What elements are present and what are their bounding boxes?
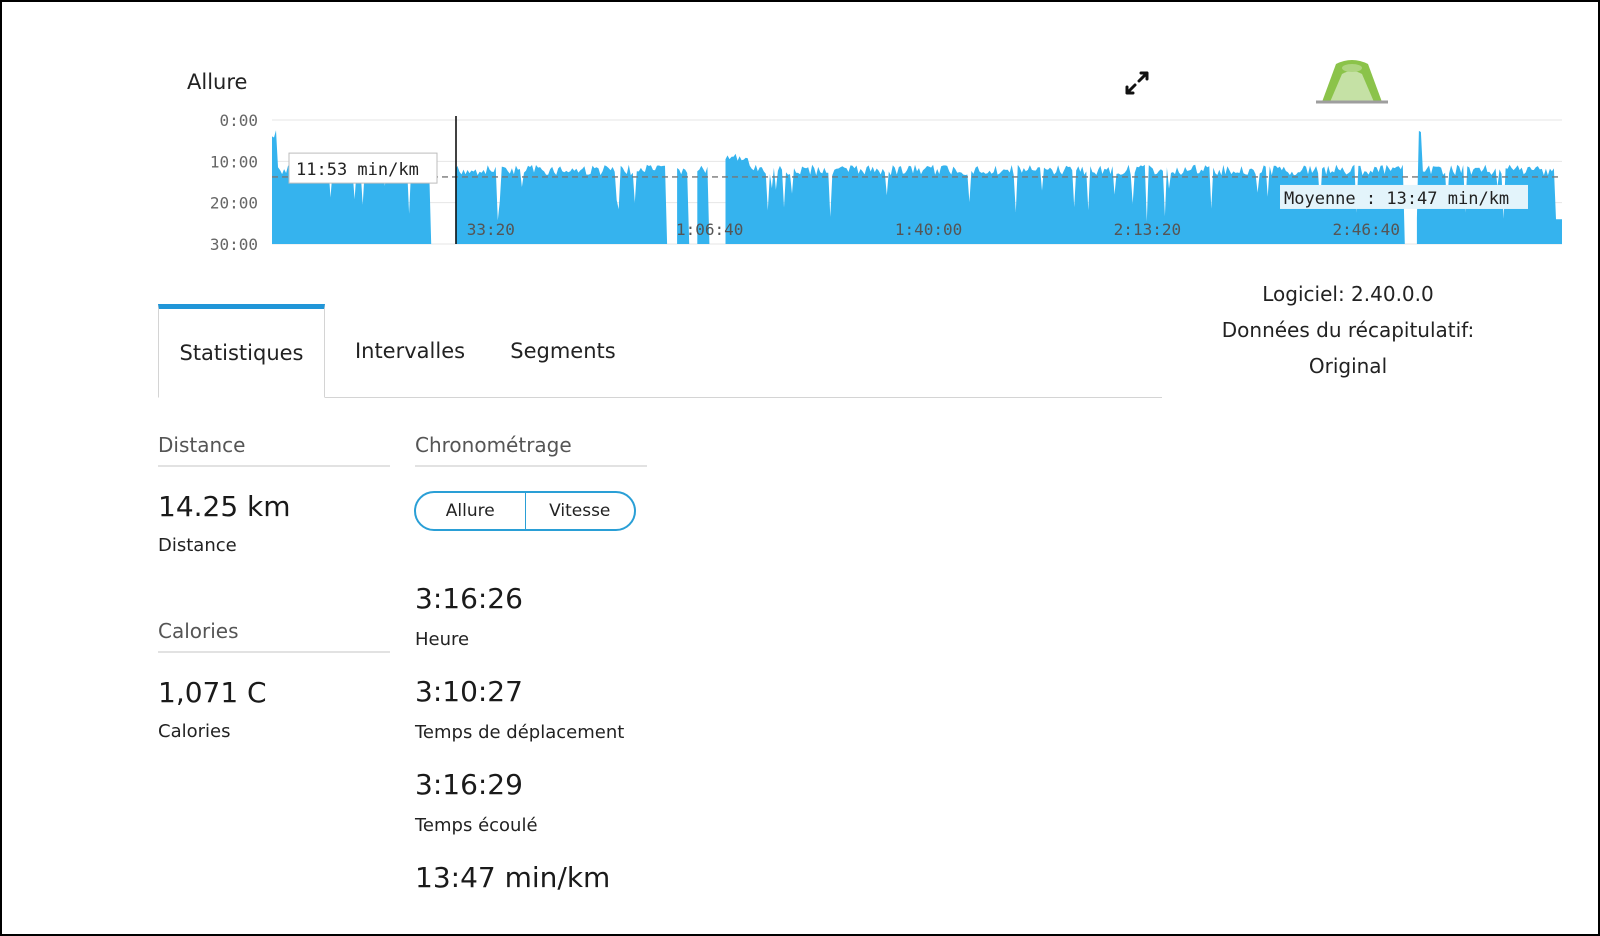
y-tick-label: 0:00 [219, 111, 258, 130]
page-frame: Allure 0:00 10:00 20:00 30:00 33:20 1:06:40 1:… [0, 0, 1600, 936]
summary-value: Original [1308, 354, 1388, 378]
y-tick-label: 10:00 [210, 152, 258, 171]
elapsed-time-value: 3:16:29 [415, 768, 523, 801]
moving-time-value: 3:10:27 [415, 675, 523, 708]
avg-pace-value: 13:47 min/km [415, 861, 611, 894]
calories-section-title: Calories [158, 619, 390, 653]
heure-value: 3:16:26 [415, 582, 523, 615]
y-tick-label: 20:00 [210, 194, 258, 213]
y-tick-label: 30:00 [210, 235, 258, 254]
calories-label: Calories [158, 721, 231, 742]
average-label: Moyenne : 13:47 min/km [1284, 189, 1509, 209]
pace-speed-toggle: Allure Vitesse [414, 491, 636, 531]
x-tick-label: 2:46:40 [1333, 220, 1400, 239]
heure-label: Heure [415, 629, 470, 650]
software-version: Logiciel: 2.40.0.0 [1262, 282, 1434, 306]
timing-section-title: Chronométrage [415, 433, 647, 467]
tab-intervalles[interactable]: Intervalles [336, 304, 484, 398]
moving-time-label: Temps de déplacement [415, 722, 625, 743]
tab-segments[interactable]: Segments [494, 304, 632, 398]
tab-statistiques[interactable]: Statistiques [158, 304, 325, 398]
device-info: Logiciel: 2.40.0.0 Données du récapitula… [1172, 276, 1524, 384]
toggle-allure[interactable]: Allure [416, 493, 525, 529]
watch-device-icon [1316, 60, 1388, 104]
tab-bar: Statistiques Intervalles Segments [158, 304, 1162, 398]
x-tick-label: 2:13:20 [1114, 220, 1181, 239]
expand-icon[interactable] [1124, 70, 1150, 96]
distance-section-title: Distance [158, 433, 390, 467]
summary-label: Données du récapitulatif: [1221, 318, 1475, 342]
x-tick-label: 1:40:00 [895, 220, 962, 239]
pace-chart[interactable]: 0:00 10:00 20:00 30:00 33:20 1:06:40 1:40:00 2:… [192, 110, 1572, 260]
x-tick-label: 33:20 [467, 220, 515, 239]
distance-value: 14.25 km [158, 490, 291, 523]
toggle-vitesse[interactable]: Vitesse [524, 493, 635, 529]
calories-value: 1,071 C [158, 676, 267, 709]
elapsed-time-label: Temps écoulé [415, 815, 538, 836]
chart-title: Allure [187, 70, 248, 94]
tooltip-label: 11:53 min/km [296, 160, 419, 180]
x-tick-label: 1:06:40 [676, 220, 743, 239]
distance-label: Distance [158, 535, 237, 556]
